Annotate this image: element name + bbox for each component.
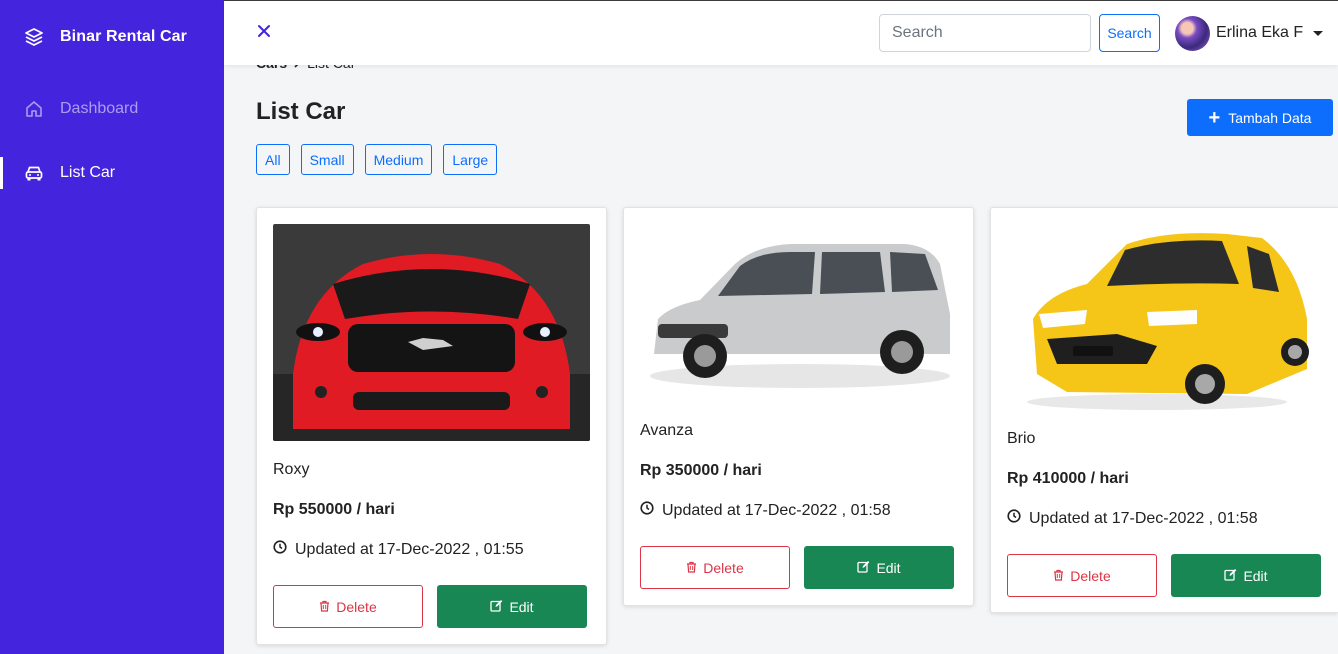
sidebar-item-dashboard[interactable]: Dashboard xyxy=(0,93,224,125)
topbar: Search Erlina Eka F xyxy=(224,0,1338,65)
app-root: Binar Rental Car Dashboard List Car Sear… xyxy=(0,0,1338,654)
edit-icon xyxy=(857,560,870,576)
car-image xyxy=(640,224,957,402)
clock-icon xyxy=(1007,509,1021,528)
car-name: Roxy xyxy=(273,461,310,478)
plus-icon: + xyxy=(1208,106,1221,129)
clock-icon xyxy=(273,540,287,559)
delete-button[interactable]: Delete xyxy=(273,585,423,628)
edit-button[interactable]: Edit xyxy=(437,585,587,628)
edit-label: Edit xyxy=(509,598,534,615)
car-name: Brio xyxy=(1007,430,1036,447)
search-input[interactable] xyxy=(879,14,1091,52)
sidebar: Binar Rental Car Dashboard List Car xyxy=(0,0,224,654)
trash-icon xyxy=(686,560,697,576)
delete-button[interactable]: Delete xyxy=(1007,554,1157,597)
caret-down-icon xyxy=(1313,30,1324,36)
close-icon[interactable] xyxy=(257,20,277,42)
edit-icon xyxy=(1224,568,1237,584)
car-price: Rp 410000 / hari xyxy=(1007,470,1129,487)
car-updated-text: Updated at 17-Dec-2022 , 01:58 xyxy=(662,501,891,519)
car-card: Roxy Rp 550000 / hari Updated at 17-Dec-… xyxy=(256,207,607,645)
page-title: List Car xyxy=(256,98,346,125)
user-menu[interactable]: Erlina Eka F xyxy=(1175,15,1324,51)
home-icon xyxy=(24,99,44,119)
sidebar-item-label: Dashboard xyxy=(60,100,139,117)
filter-large-button[interactable]: Large xyxy=(443,144,498,175)
car-price: Rp 550000 / hari xyxy=(273,501,395,518)
edit-label: Edit xyxy=(1243,567,1268,584)
delete-label: Delete xyxy=(1070,567,1111,584)
trash-icon xyxy=(319,599,330,615)
sidebar-item-list-car[interactable]: List Car xyxy=(0,157,224,189)
avatar xyxy=(1175,15,1210,51)
delete-label: Delete xyxy=(703,559,744,576)
car-card: Brio Rp 410000 / hari Updated at 17-Dec-… xyxy=(990,207,1338,613)
edit-label: Edit xyxy=(876,559,901,576)
add-data-label: Tambah Data xyxy=(1228,109,1312,126)
car-updated: Updated at 17-Dec-2022 , 01:55 xyxy=(273,540,524,559)
car-updated: Updated at 17-Dec-2022 , 01:58 xyxy=(640,501,891,520)
add-data-button[interactable]: + Tambah Data xyxy=(1187,99,1333,136)
car-price: Rp 350000 / hari xyxy=(640,462,762,479)
brand-title: Binar Rental Car xyxy=(60,28,187,45)
delete-button[interactable]: Delete xyxy=(640,546,790,589)
trash-icon xyxy=(1053,568,1064,584)
car-image xyxy=(1007,224,1324,410)
car-updated-text: Updated at 17-Dec-2022 , 01:58 xyxy=(1029,509,1258,527)
layers-icon xyxy=(24,27,44,47)
edit-icon xyxy=(490,599,503,615)
filter-small-button[interactable]: Small xyxy=(300,144,354,175)
brand[interactable]: Binar Rental Car xyxy=(24,26,187,48)
delete-label: Delete xyxy=(336,598,377,615)
car-updated: Updated at 17-Dec-2022 , 01:58 xyxy=(1007,509,1258,528)
filter-group: All Small Medium Large xyxy=(256,144,498,175)
edit-button[interactable]: Edit xyxy=(804,546,954,589)
car-card: Avanza Rp 350000 / hari Updated at 17-De… xyxy=(623,207,974,606)
search-button[interactable]: Search xyxy=(1099,14,1160,52)
filter-all-button[interactable]: All xyxy=(256,144,290,175)
car-image xyxy=(273,224,590,441)
edit-button[interactable]: Edit xyxy=(1171,554,1321,597)
car-name: Avanza xyxy=(640,422,694,439)
car-icon xyxy=(24,163,44,183)
filter-medium-button[interactable]: Medium xyxy=(364,144,433,175)
sidebar-item-label: List Car xyxy=(60,164,116,181)
clock-icon xyxy=(640,501,654,520)
user-name: Erlina Eka F xyxy=(1216,24,1304,41)
car-updated-text: Updated at 17-Dec-2022 , 01:55 xyxy=(295,540,524,558)
